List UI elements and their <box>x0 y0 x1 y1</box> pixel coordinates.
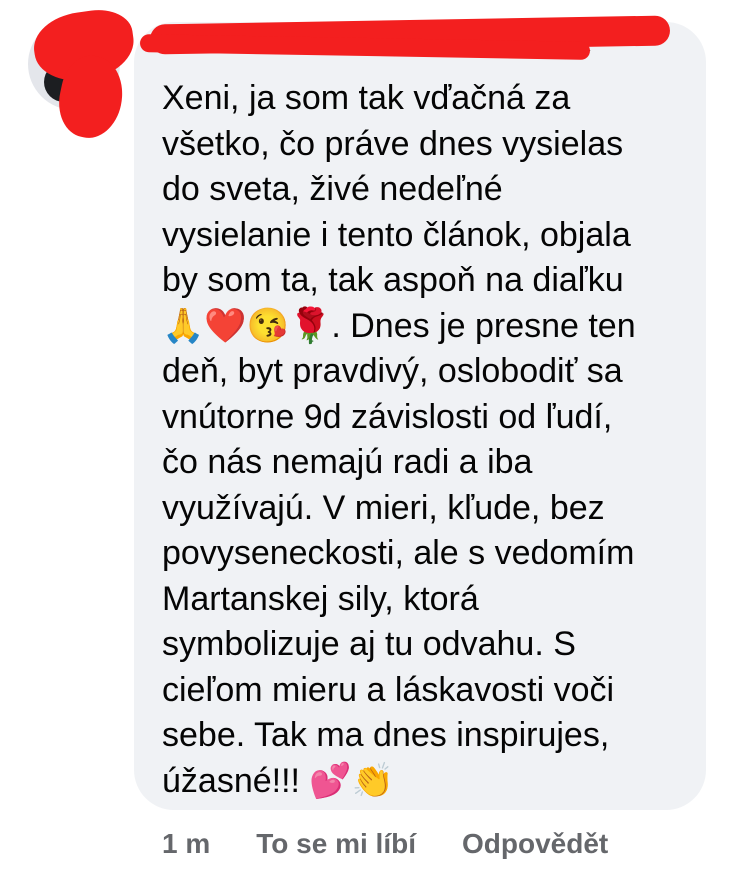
reply-button[interactable]: Odpovědět <box>462 826 608 862</box>
comment-timestamp[interactable]: 1 m <box>162 826 210 862</box>
like-button[interactable]: To se mi líbí <box>256 826 416 862</box>
comment-text: Xeni, ja som tak vďačná za všetko, čo pr… <box>162 79 636 800</box>
comment-actions: 1 m To se mi líbí Odpovědět <box>162 826 608 862</box>
